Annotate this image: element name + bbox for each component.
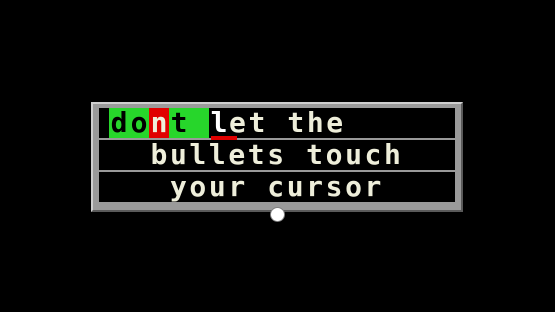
typing-text-panel: d o n t l et the bullets touch your curs… xyxy=(91,102,463,212)
typed-char: o xyxy=(129,106,149,139)
text-line-1: d o n t l et the xyxy=(99,106,455,140)
typed-char: d xyxy=(109,106,129,139)
remaining-text: et the xyxy=(229,106,346,139)
mouse-cursor-dot-icon[interactable] xyxy=(270,207,285,222)
line-text: bullets touch xyxy=(150,138,404,171)
current-char: l xyxy=(209,106,237,140)
typed-space xyxy=(189,108,209,138)
text-line-3: your cursor xyxy=(99,172,455,202)
current-char-letter: l xyxy=(210,106,228,139)
game-canvas[interactable]: d o n t l et the bullets touch your curs… xyxy=(0,0,555,312)
error-char: n xyxy=(149,106,169,139)
line-text: your cursor xyxy=(169,170,385,203)
text-line-2: bullets touch xyxy=(99,140,455,170)
typed-char: t xyxy=(169,106,189,139)
